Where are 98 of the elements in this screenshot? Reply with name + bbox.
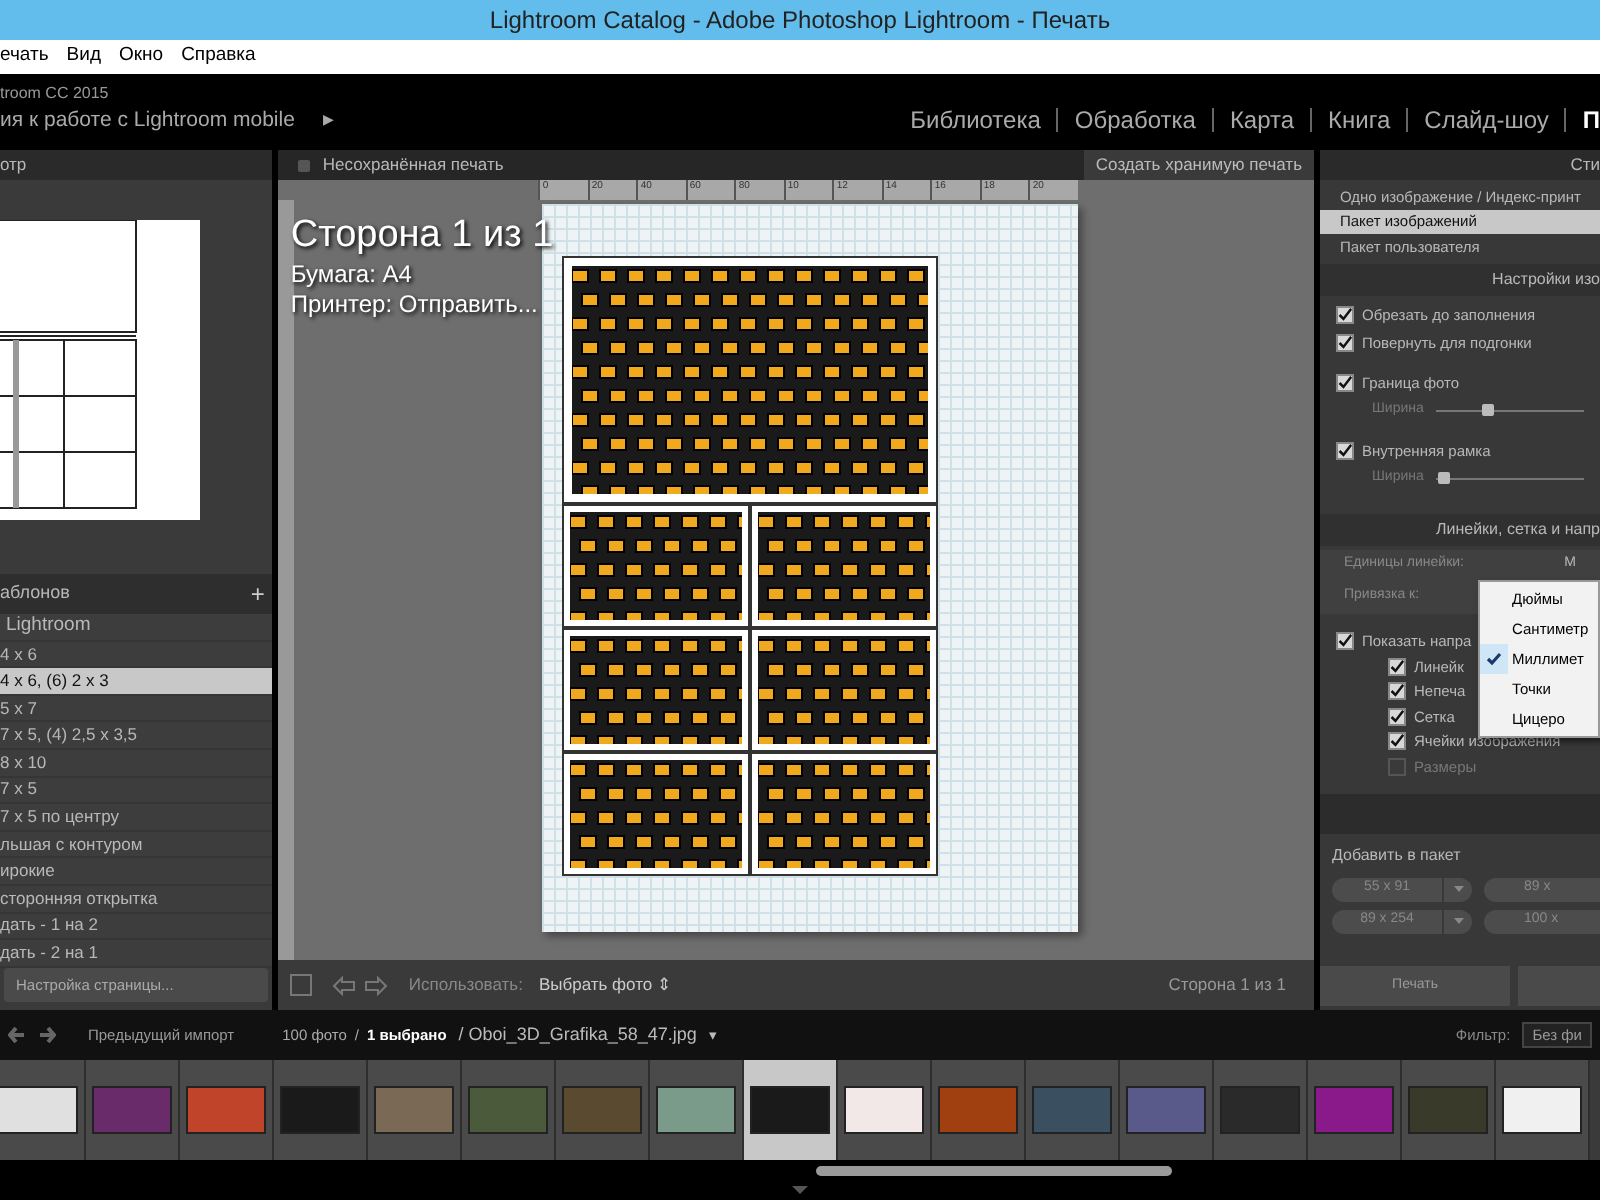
panel-header: Сти [1570,152,1600,178]
checkbox[interactable] [1336,334,1354,352]
filmstrip-cell[interactable] [1402,1060,1496,1160]
photo-thumbnail [844,1086,924,1134]
template-item[interactable]: льшая с контуром [0,831,273,859]
module-tab[interactable]: Книга [1328,102,1391,138]
template-item[interactable]: 4 x 6, (6) 2 x 3 [0,668,273,696]
filmstrip-cell[interactable] [274,1060,368,1160]
page-counter: Сторона 1 из 1 [1168,972,1286,998]
checkbox[interactable] [1336,442,1354,460]
template-item[interactable]: ирокие [0,858,273,886]
template-item[interactable]: 7 x 5 [0,777,273,805]
menu-item[interactable]: Справка [181,42,256,72]
menu-item[interactable]: ечать [0,42,49,72]
printer-info: Принтер: Отправить... [290,289,540,320]
window-title: Lightroom Catalog - Adobe Photoshop Lightroom - Печать [489,4,1111,38]
print-name: Несохранённая печать [322,152,504,178]
forward-arrow-icon[interactable] [364,975,389,995]
photo-thumbnail [468,1086,548,1134]
photo-thumbnail [1314,1086,1394,1134]
template-item[interactable]: дать - 1 на 2 [0,913,273,941]
template-item[interactable]: 7 x 5, (4) 2,5 x 3,5 [0,722,273,750]
checkbox[interactable] [1336,632,1354,651]
panel-header: аблонов [0,580,70,607]
filmstrip-cell[interactable] [180,1060,274,1160]
filmstrip-cell[interactable] [368,1060,462,1160]
filmstrip-cell[interactable] [838,1060,932,1160]
photo-thumbnail [1408,1086,1488,1134]
use-label: Использовать: [408,972,523,998]
filmstrip-cell[interactable] [744,1060,838,1160]
forward-arrow-icon[interactable] [38,1026,56,1044]
filmstrip-cell[interactable] [462,1060,556,1160]
back-arrow-icon[interactable] [332,975,357,995]
checkbox[interactable] [290,974,313,996]
panel-header: Линейки, сетка и напр [1435,517,1600,541]
add-template-icon[interactable]: + [250,576,265,612]
photo-thumbnail [92,1086,172,1134]
photo-thumbnail [1502,1086,1582,1134]
create-saved-print-button[interactable]: Создать хранимую печать [1083,150,1314,180]
print-icon [298,159,311,171]
caret-icon [1453,886,1463,892]
photo-thumbnail [280,1086,360,1134]
template-folder[interactable]: Lightroom [0,614,273,642]
mobile-tagline: ия к работе с Lightroom mobile [0,106,295,137]
back-arrow-icon[interactable] [8,1026,26,1044]
photo-thumbnail [0,1086,78,1134]
size-dropdown-button[interactable] [1444,877,1472,901]
use-selector[interactable]: Выбрать фото ⇕ [538,972,673,998]
check-mark-icon [1486,652,1502,666]
collapse-arrow-icon[interactable] [792,1186,808,1194]
template-item[interactable]: 5 x 7 [0,695,273,723]
filmstrip-cell[interactable] [1496,1060,1590,1160]
photo-thumbnail [1220,1086,1300,1134]
filmstrip-cell[interactable] [556,1060,650,1160]
module-tab[interactable]: Обработка [1074,102,1196,138]
photo-thumbnail [186,1086,266,1134]
photo-thumbnail [656,1086,736,1134]
module-tab[interactable]: Слайд-шоу [1424,102,1549,138]
module-tab[interactable]: Карта [1229,102,1295,138]
caret-icon [1453,918,1463,924]
photo-thumbnail [1126,1086,1206,1134]
filmstrip-cell[interactable] [1214,1060,1308,1160]
photo-thumbnail [938,1086,1018,1134]
checkbox[interactable] [1388,682,1406,701]
menu-item[interactable]: Окно [118,42,164,72]
panel-header: отр [0,152,27,178]
checkbox[interactable] [1336,306,1354,324]
photo-thumbnail [562,1086,642,1134]
checkbox[interactable] [1336,374,1354,392]
slider-thumb[interactable] [1481,404,1494,416]
filmstrip-cell[interactable] [0,1060,86,1160]
checkbox[interactable] [1388,657,1406,676]
template-item[interactable]: сторонняя открытка [0,885,273,914]
module-tab[interactable]: Библиотека [910,102,1041,138]
version-label: troom CC 2015 [0,82,111,107]
photo-thumbnail [374,1086,454,1134]
filmstrip-cell[interactable] [1120,1060,1214,1160]
checkbox[interactable] [1388,707,1406,726]
filmstrip-cell[interactable] [1308,1060,1402,1160]
template-item[interactable]: 7 x 5 по центру [0,804,273,832]
add-to-package-label: Добавить в пакет [1332,843,1463,867]
checkbox[interactable] [1388,757,1406,776]
filmstrip-cell[interactable] [86,1060,180,1160]
photo-thumbnail [750,1086,830,1134]
filmstrip-cell[interactable] [1026,1060,1120,1160]
slider-thumb[interactable] [1437,472,1450,484]
scrollbar-thumb[interactable] [816,1165,1172,1175]
paper-info: Бумага: A4 [290,259,414,290]
size-dropdown-button[interactable] [1444,909,1472,933]
filmstrip-cell[interactable] [650,1060,744,1160]
menu-item[interactable]: Вид [66,42,101,72]
template-item[interactable]: 8 x 10 [0,749,273,778]
module-tab[interactable]: П [1582,102,1600,138]
photo-thumbnail [1032,1086,1112,1134]
panel-header: Настройки изо [1492,267,1600,291]
file-name: / Oboi_3D_Grafika_58_47.jpg [458,1021,697,1048]
filmstrip-cell[interactable] [932,1060,1026,1160]
checkbox[interactable] [1388,732,1406,751]
